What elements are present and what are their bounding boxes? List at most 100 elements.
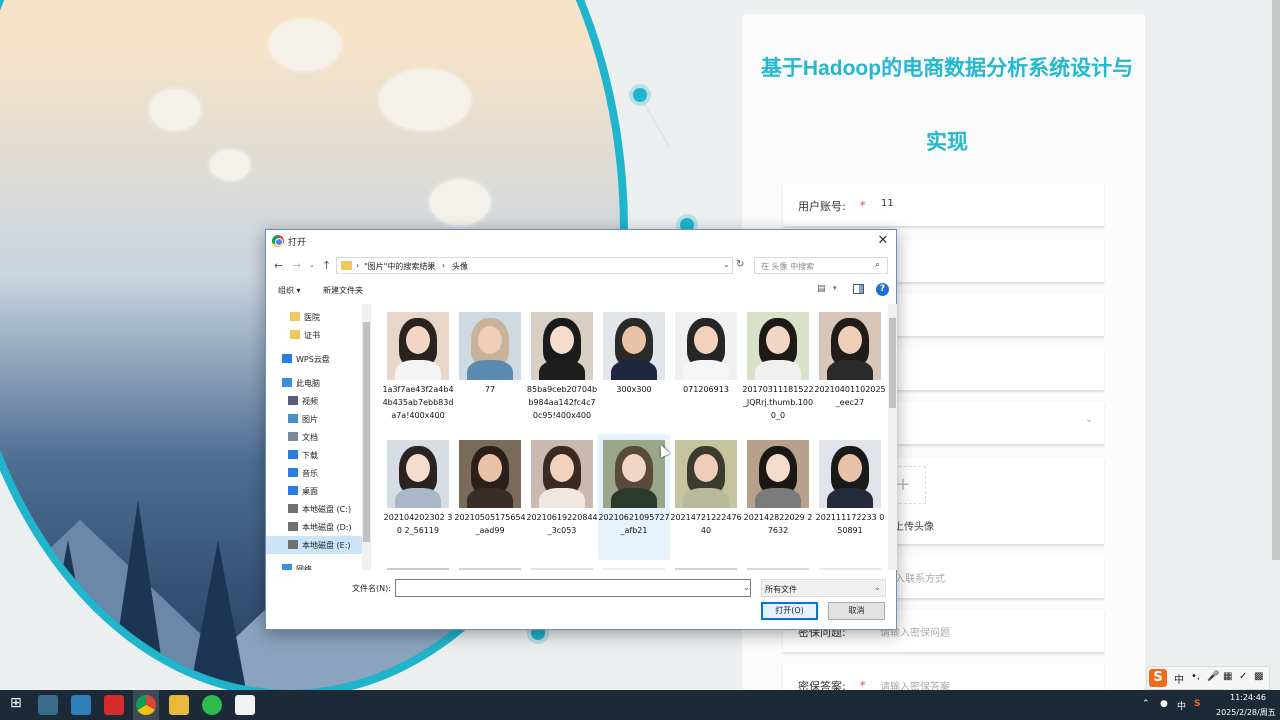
file-item[interactable] bbox=[598, 562, 670, 570]
grid-icon[interactable]: ▩ bbox=[1254, 671, 1263, 682]
page-title: 基于Hadoop的电商数据分析系统设计与实现 bbox=[760, 57, 1134, 154]
file-item[interactable]: 1a3f7ae43f2a4b44b435ab7ebb83da7a!400x400 bbox=[382, 306, 454, 432]
file-item[interactable] bbox=[454, 562, 526, 570]
chevron-up-icon[interactable]: ⌃ bbox=[1142, 699, 1150, 709]
security-answer-field[interactable]: 密保答案: * 请输入密保答案 bbox=[783, 664, 1104, 690]
nav-item[interactable]: 此电脑 bbox=[266, 374, 362, 392]
nav-item[interactable]: 本地磁盘 (C:) bbox=[266, 500, 362, 518]
file-item[interactable]: 071206913 bbox=[670, 306, 742, 432]
breadcrumb-avatar[interactable]: 头像 bbox=[452, 261, 468, 272]
wps-icon[interactable] bbox=[104, 695, 124, 715]
nav-item[interactable]: 文档 bbox=[266, 428, 362, 446]
new-folder-button[interactable]: 新建文件夹 bbox=[323, 285, 363, 296]
keyboard-icon[interactable]: ▦ bbox=[1223, 671, 1232, 682]
file-item[interactable]: 20210619220844_3c053 bbox=[526, 434, 598, 560]
nav-item[interactable]: WPS云盘 bbox=[266, 350, 362, 368]
close-icon[interactable]: ✕ bbox=[872, 231, 894, 251]
notepad-icon[interactable] bbox=[71, 695, 91, 715]
portrait-face bbox=[766, 326, 790, 354]
file-explorer-icon[interactable] bbox=[169, 695, 189, 715]
file-item[interactable]: 300x300 bbox=[598, 306, 670, 432]
picture-icon bbox=[288, 414, 298, 423]
file-grid: 1a3f7ae43f2a4b44b435ab7ebb83da7a!400x400… bbox=[376, 304, 890, 570]
open-button[interactable]: 打开(O) bbox=[761, 602, 818, 620]
chevron-right-icon[interactable]: › bbox=[356, 261, 359, 270]
clock-date[interactable]: 2025/2/28/周五 bbox=[1216, 707, 1276, 718]
breadcrumb-search-results[interactable]: "图片"中的搜索结果 bbox=[364, 261, 435, 272]
skin-icon[interactable]: ✓ bbox=[1239, 671, 1247, 682]
chevron-down-icon[interactable]: ⌄ bbox=[723, 260, 730, 269]
recent-dropdown-icon[interactable]: ⌄ bbox=[309, 261, 315, 269]
file-name: 300x300 bbox=[616, 385, 652, 394]
nav-item[interactable]: 本地磁盘 (D:) bbox=[266, 518, 362, 536]
nav-item[interactable]: 医院 bbox=[266, 308, 362, 326]
sogou-icon[interactable]: S bbox=[1149, 669, 1167, 687]
portrait-face bbox=[622, 454, 646, 482]
nav-item[interactable]: 桌面 bbox=[266, 482, 362, 500]
ime-language[interactable]: 中 bbox=[1174, 671, 1184, 686]
back-arrow-icon[interactable]: ← bbox=[274, 259, 283, 272]
chevron-down-icon[interactable]: ▾ bbox=[833, 284, 837, 292]
ime-language-tray[interactable]: 中 bbox=[1177, 699, 1186, 712]
organize-menu[interactable]: 组织 ▾ bbox=[278, 285, 301, 296]
nav-item-label: 网络 bbox=[296, 565, 312, 570]
file-name: 85ba9ceb20704bb984aa142fc4c70c95!400x400 bbox=[526, 385, 598, 420]
username-field[interactable]: 用户账号: * 11 bbox=[783, 184, 1104, 226]
nav-item-label: 本地磁盘 (D:) bbox=[302, 523, 352, 532]
clock-time[interactable]: 11:24:46 bbox=[1230, 693, 1266, 702]
search-input[interactable]: 在 头像 中搜索 ⌕ bbox=[754, 257, 888, 274]
file-item[interactable] bbox=[526, 562, 598, 570]
folder-icon bbox=[341, 261, 352, 270]
file-item[interactable]: 85ba9ceb20704bb984aa142fc4c70c95!400x400 bbox=[526, 306, 598, 432]
nav-item[interactable]: 本地磁盘 (E:) bbox=[266, 536, 362, 554]
image-thumbnail bbox=[387, 440, 449, 508]
nav-item[interactable]: 下载 bbox=[266, 446, 362, 464]
up-arrow-icon[interactable]: ↑ bbox=[322, 259, 331, 272]
nav-pane-scrollbar[interactable] bbox=[362, 304, 371, 570]
nav-item[interactable]: 证书 bbox=[266, 326, 362, 344]
chevron-down-icon[interactable]: ⌄ bbox=[743, 583, 750, 592]
file-item[interactable]: 202111172233 050891 bbox=[814, 434, 886, 560]
preview-pane-icon[interactable] bbox=[853, 284, 864, 294]
scrollbar-thumb[interactable] bbox=[363, 322, 370, 542]
app-icon[interactable] bbox=[235, 695, 255, 715]
nav-item[interactable]: 音乐 bbox=[266, 464, 362, 482]
view-mode-icon[interactable]: ▤ bbox=[817, 284, 826, 294]
page-scrollbar[interactable] bbox=[1272, 0, 1280, 560]
nav-item[interactable]: 网络 bbox=[266, 560, 362, 570]
file-item[interactable]: 20210401102025_eec27 bbox=[814, 306, 886, 432]
file-item[interactable] bbox=[382, 562, 454, 570]
settings-icon[interactable] bbox=[38, 695, 58, 715]
punctuation-icon[interactable]: •, bbox=[1191, 671, 1200, 682]
file-item[interactable]: 202104202302 30 2_56119 bbox=[382, 434, 454, 560]
plus-icon: + bbox=[895, 474, 911, 495]
address-bar[interactable]: › "图片"中的搜索结果 › 头像 ⌄ bbox=[336, 257, 733, 274]
portrait-face bbox=[550, 326, 574, 354]
file-item[interactable] bbox=[742, 562, 814, 570]
start-icon[interactable]: ⊞ bbox=[10, 695, 30, 715]
filename-input[interactable]: ⌄ bbox=[395, 579, 751, 597]
file-item[interactable]: 202142822029 27632 bbox=[742, 434, 814, 560]
wechat-tray-icon[interactable]: ● bbox=[1160, 699, 1168, 709]
chevron-right-icon[interactable]: › bbox=[442, 261, 445, 270]
file-grid-scrollbar[interactable] bbox=[888, 304, 897, 570]
file-item[interactable]: 20210505175654_aad99 bbox=[454, 434, 526, 560]
file-type-select[interactable]: 所有文件 ⌄ bbox=[761, 579, 886, 597]
nav-item[interactable]: 视频 bbox=[266, 392, 362, 410]
search-icon[interactable]: ⌕ bbox=[875, 260, 880, 270]
file-item[interactable] bbox=[670, 562, 742, 570]
help-icon[interactable]: ? bbox=[876, 283, 889, 296]
wechat-icon[interactable] bbox=[202, 695, 222, 715]
chrome-icon[interactable] bbox=[136, 695, 156, 715]
file-item[interactable]: 20170311181522_JQRrj.thumb.1000_0 bbox=[742, 306, 814, 432]
file-item[interactable] bbox=[814, 562, 886, 570]
nav-item[interactable]: 图片 bbox=[266, 410, 362, 428]
file-item[interactable]: 77 bbox=[454, 306, 526, 432]
scrollbar-thumb[interactable] bbox=[889, 318, 896, 408]
file-item[interactable]: 20214721222476 40 bbox=[670, 434, 742, 560]
sogou-tray-icon[interactable]: S bbox=[1194, 699, 1200, 709]
cancel-button[interactable]: 取消 bbox=[828, 602, 885, 620]
microphone-icon[interactable]: 🎤 bbox=[1207, 671, 1219, 682]
refresh-icon[interactable]: ↻ bbox=[736, 259, 744, 270]
forward-arrow-icon[interactable]: → bbox=[292, 259, 301, 272]
